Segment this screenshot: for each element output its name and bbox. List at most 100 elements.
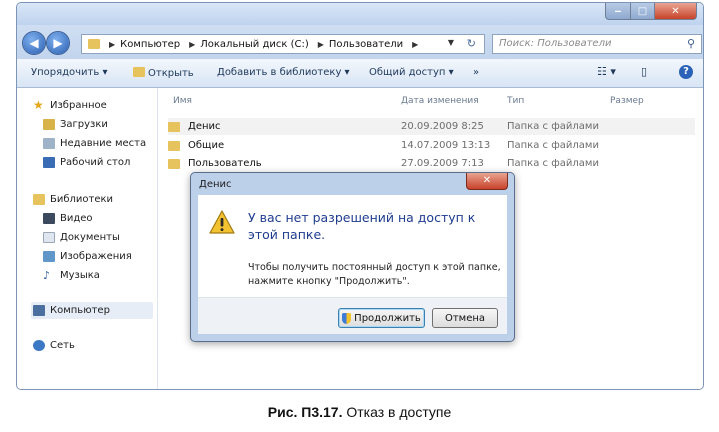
nav-item-downloads[interactable]: Загрузки: [43, 119, 108, 130]
nav-item-desktop[interactable]: Рабочий стол: [43, 157, 130, 168]
dialog-detail: Чтобы получить постоянный доступ к этой …: [248, 262, 501, 287]
nav-item-label: Музыка: [60, 270, 100, 281]
column-header-name[interactable]: Имя: [173, 96, 192, 106]
command-bar: Упорядочить ▾ Открыть Добавить в библиот…: [17, 59, 703, 88]
cancel-button[interactable]: Отмена: [432, 308, 498, 328]
computer-icon: [33, 305, 45, 316]
view-options-icon[interactable]: ☷ ▾: [597, 65, 616, 78]
table-row[interactable]: Денис 20.09.2009 8:25 Папка с файлами: [168, 118, 695, 135]
nav-computer[interactable]: Компьютер: [31, 302, 153, 319]
nav-item-pictures[interactable]: Изображения: [43, 251, 132, 262]
preview-pane-icon[interactable]: ▯: [641, 65, 647, 78]
address-row: ◀ ▶ ▶ Компьютер ▶ Локальный диск (C:) ▶ …: [17, 25, 703, 59]
title-bar[interactable]: ‒ □ ✕: [17, 3, 703, 25]
breadcrumb-computer[interactable]: Компьютер: [120, 39, 180, 50]
close-button[interactable]: ✕: [655, 3, 697, 20]
chevron-right-icon: ▶: [109, 39, 116, 49]
continue-button[interactable]: Продолжить: [338, 308, 425, 328]
nav-item-label: Изображения: [60, 251, 132, 262]
search-icon[interactable]: ⚲: [687, 37, 695, 50]
address-bar[interactable]: ▶ Компьютер ▶ Локальный диск (C:) ▶ Поль…: [81, 34, 485, 54]
arrow-right-icon: ▶: [53, 36, 63, 50]
chevron-right-icon: ▶: [317, 39, 324, 49]
row-type: Папка с файлами: [507, 140, 599, 151]
libraries-icon: [33, 194, 45, 205]
row-name: Денис: [188, 121, 221, 132]
continue-button-label: Продолжить: [354, 312, 421, 324]
open-button-label: Открыть: [148, 68, 194, 79]
organize-button[interactable]: Упорядочить ▾: [31, 67, 107, 78]
breadcrumb-users[interactable]: Пользователи: [329, 39, 403, 50]
star-icon: ★: [33, 98, 44, 112]
nav-item-music[interactable]: ♪ Музыка: [43, 270, 100, 281]
nav-libraries[interactable]: Библиотеки: [33, 194, 113, 205]
downloads-icon: [43, 119, 55, 130]
nav-item-label: Рабочий стол: [60, 157, 131, 168]
documents-icon: [43, 232, 55, 243]
nav-item-label: Загрузки: [60, 119, 108, 130]
maximize-button[interactable]: □: [631, 3, 655, 20]
breadcrumb-local-disk[interactable]: Локальный диск (C:): [200, 39, 309, 50]
nav-network-label: Сеть: [50, 340, 75, 351]
row-date: 27.09.2009 7:13: [401, 158, 484, 169]
navigation-pane: ★ Избранное Загрузки Недавние места Рабо…: [17, 88, 158, 389]
chevron-right-icon: ▶: [189, 39, 196, 49]
open-button[interactable]: Открыть: [133, 67, 194, 79]
recent-places-icon: [43, 138, 55, 149]
nav-item-documents[interactable]: Документы: [43, 232, 120, 243]
nav-computer-label: Компьютер: [50, 305, 110, 316]
nav-favorites[interactable]: ★ Избранное: [33, 98, 107, 112]
nav-item-label: Недавние места: [60, 138, 147, 149]
chevron-right-icon: ▶: [412, 39, 419, 49]
row-name: Общие: [188, 140, 225, 151]
column-header-type[interactable]: Тип: [507, 96, 524, 106]
dialog-title: Денис: [199, 179, 232, 190]
window-controls: ‒ □ ✕: [605, 3, 697, 20]
nav-libraries-label: Библиотеки: [50, 194, 114, 205]
warning-icon: [209, 210, 235, 234]
music-icon: ♪: [43, 269, 51, 282]
folder-icon: [168, 158, 180, 169]
pictures-icon: [43, 251, 55, 262]
column-header-date[interactable]: Дата изменения: [401, 96, 479, 106]
nav-network[interactable]: Сеть: [33, 340, 75, 351]
figure-caption: Рис. П3.17. Отказ в доступе: [0, 404, 719, 420]
folder-icon: [168, 140, 180, 151]
access-denied-dialog: Денис ✕ У вас нет разрешений на доступ к…: [190, 172, 515, 342]
video-icon: [43, 213, 55, 224]
refresh-icon[interactable]: ↻: [467, 37, 476, 50]
nav-item-label: Документы: [60, 232, 120, 243]
dialog-close-button[interactable]: ✕: [466, 173, 508, 190]
row-name: Пользователь: [188, 158, 262, 169]
dialog-footer: Продолжить Отмена: [198, 297, 507, 334]
address-dropdown-icon[interactable]: ▼: [448, 38, 454, 47]
nav-favorites-label: Избранное: [50, 100, 107, 111]
add-to-library-button[interactable]: Добавить в библиотеку ▾: [217, 67, 350, 78]
nav-item-recent-places[interactable]: Недавние места: [43, 138, 146, 149]
row-date: 20.09.2009 8:25: [401, 121, 484, 132]
row-type: Папка с файлами: [507, 158, 599, 169]
more-commands-button[interactable]: »: [473, 67, 479, 78]
arrow-left-icon: ◀: [29, 36, 39, 50]
search-placeholder: Поиск: Пользователи: [499, 38, 612, 49]
figure-caption-label: Рис. П3.17.: [267, 404, 343, 420]
share-button[interactable]: Общий доступ ▾: [369, 67, 454, 78]
table-row[interactable]: Общие 14.07.2009 13:13 Папка с файлами: [168, 137, 695, 154]
nav-item-video[interactable]: Видео: [43, 213, 93, 224]
search-input[interactable]: Поиск: Пользователи ⚲: [492, 34, 702, 54]
back-button[interactable]: ◀: [23, 32, 45, 54]
table-row[interactable]: Пользователь 27.09.2009 7:13 Папка с фай…: [168, 155, 695, 172]
row-type: Папка с файлами: [507, 121, 599, 132]
figure-caption-text: Отказ в доступе: [346, 404, 452, 420]
row-date: 14.07.2009 13:13: [401, 140, 491, 151]
folder-icon: [88, 39, 100, 49]
uac-shield-icon: [342, 312, 352, 324]
help-icon[interactable]: ?: [679, 65, 693, 79]
forward-button[interactable]: ▶: [47, 32, 69, 54]
folder-icon: [168, 121, 180, 132]
nav-item-label: Видео: [60, 213, 93, 224]
minimize-button[interactable]: ‒: [605, 3, 631, 20]
column-header-size[interactable]: Размер: [610, 96, 644, 106]
network-icon: [33, 340, 45, 351]
open-folder-icon: [133, 67, 145, 77]
